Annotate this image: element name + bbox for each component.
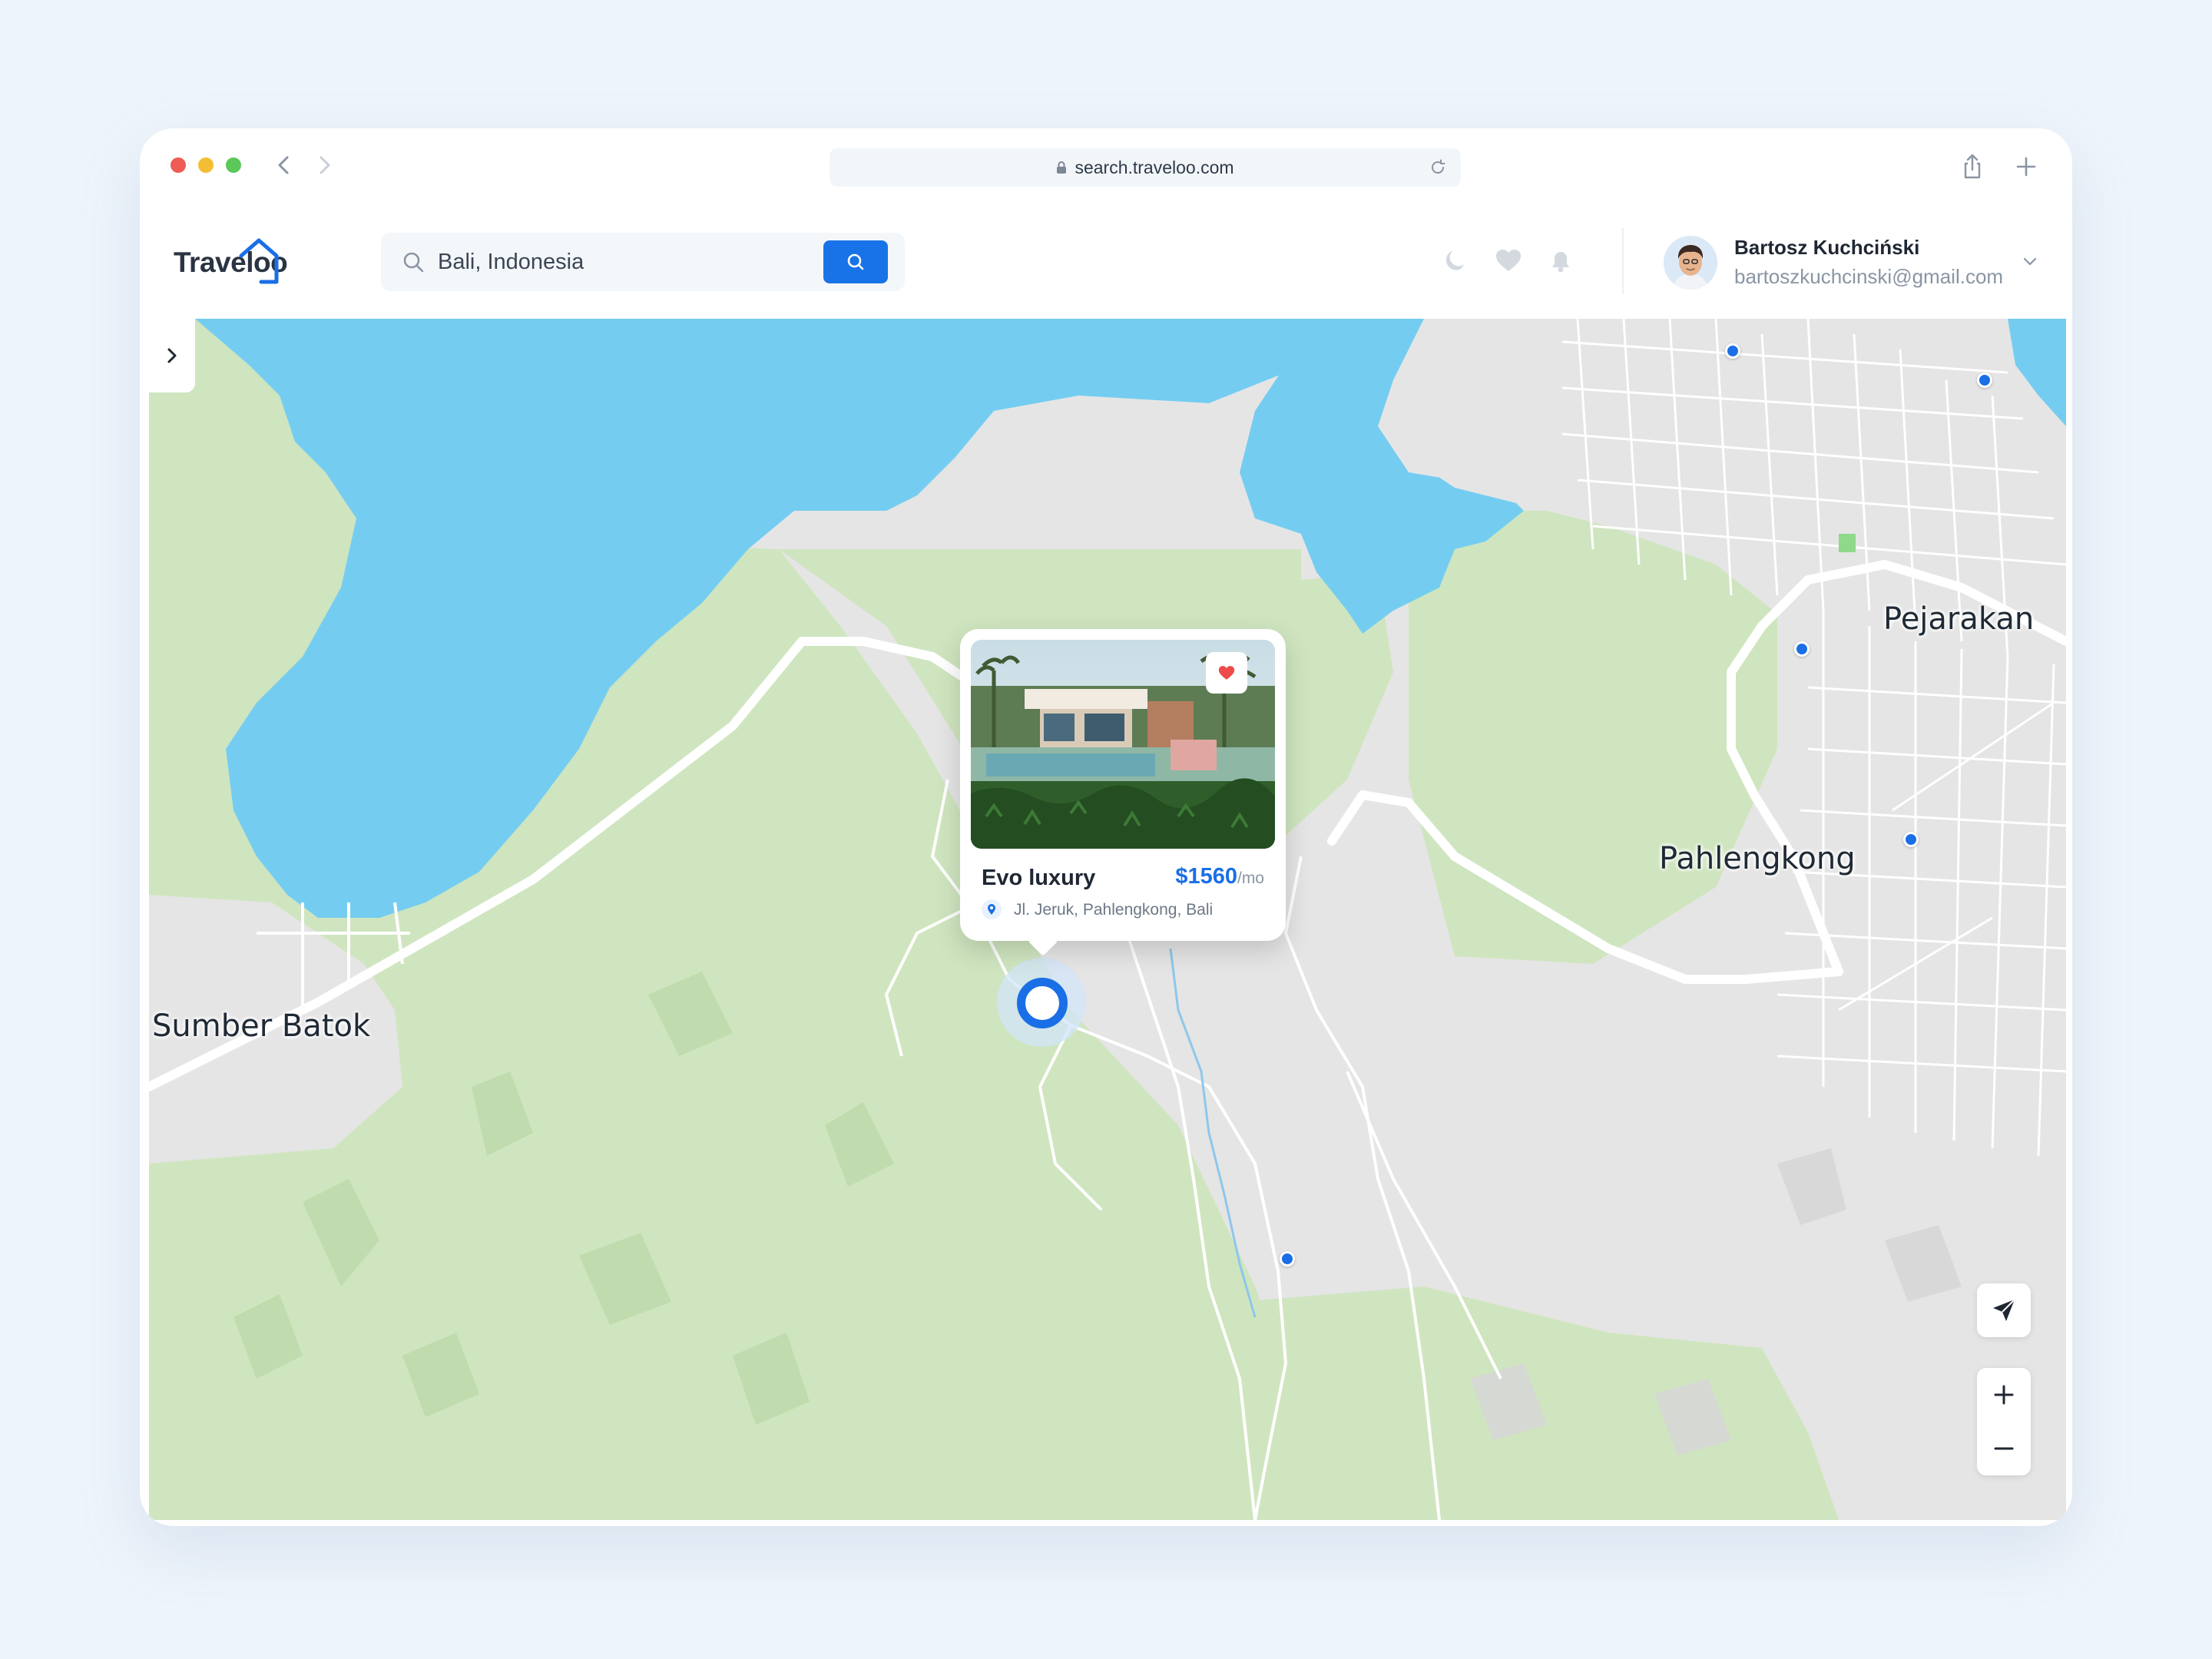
map-pin[interactable] xyxy=(1280,1251,1295,1267)
map-label-sumber-batok: Sumber Batok xyxy=(152,1008,371,1044)
lock-icon xyxy=(1057,161,1067,174)
navigation-arrow-icon xyxy=(1993,1299,2015,1321)
price-unit: /mo xyxy=(1237,869,1264,887)
new-tab-icon[interactable] xyxy=(2011,151,2041,182)
house-logo-icon xyxy=(239,238,279,284)
map-label-pahlengkong: Pahlengkong xyxy=(1659,841,1856,876)
search-input[interactable]: Bali, Indonesia xyxy=(438,250,584,275)
listing-address: Jl. Jeruk, Pahlengkong, Bali xyxy=(1014,901,1214,919)
browser-window: search.traveloo.com Traveloo Bali, Indon… xyxy=(140,128,2072,1526)
map-pin[interactable] xyxy=(1725,343,1740,359)
heart-icon[interactable] xyxy=(1492,243,1525,277)
search-icon xyxy=(847,253,864,270)
user-email: bartoszkuchcinski@gmail.com xyxy=(1734,265,2004,288)
map-pin[interactable] xyxy=(1794,641,1810,657)
zoom-out-button[interactable] xyxy=(1977,1422,2031,1475)
address-bar[interactable]: search.traveloo.com xyxy=(830,148,1461,187)
url-text: search.traveloo.com xyxy=(1075,157,1234,177)
minus-icon xyxy=(1994,1447,2014,1450)
user-name[interactable]: Bartosz Kuchciński xyxy=(1734,236,1919,260)
forward-arrow-icon[interactable] xyxy=(310,151,338,179)
navigate-button[interactable] xyxy=(1977,1283,2031,1337)
selected-location-marker[interactable] xyxy=(997,958,1086,1047)
search-bar[interactable]: Bali, Indonesia xyxy=(381,233,905,291)
minimize-window-button[interactable] xyxy=(198,157,214,173)
user-avatar-image xyxy=(1664,236,1717,290)
header-divider xyxy=(1622,228,1624,294)
heart-icon xyxy=(1218,666,1235,680)
favorite-button[interactable] xyxy=(1206,652,1247,694)
listing-price: $1560/mo xyxy=(1175,864,1264,889)
sidebar-toggle-button[interactable] xyxy=(149,319,195,392)
share-icon[interactable] xyxy=(1957,151,1988,182)
zoom-in-button[interactable] xyxy=(1977,1368,2031,1422)
avatar[interactable] xyxy=(1664,236,1717,290)
bell-icon[interactable] xyxy=(1544,243,1578,277)
moon-icon[interactable] xyxy=(1438,243,1472,277)
back-arrow-icon[interactable] xyxy=(270,151,298,179)
listing-title[interactable]: Evo luxury xyxy=(982,866,1095,891)
map-pin[interactable] xyxy=(1977,373,1992,388)
maximize-window-button[interactable] xyxy=(226,157,241,173)
chevron-down-icon[interactable] xyxy=(2020,251,2040,271)
close-window-button[interactable] xyxy=(171,157,186,173)
listing-card[interactable]: Evo luxury $1560/mo Jl. Jeruk, Pahlengko… xyxy=(960,629,1286,941)
price-value: $1560 xyxy=(1175,864,1237,889)
search-icon xyxy=(403,252,424,273)
location-pin-icon xyxy=(982,899,1002,919)
location-ring xyxy=(1017,978,1068,1028)
chevron-right-icon xyxy=(167,348,177,363)
map-view[interactable]: Pejarakan Pahlengkong Sumber Batok Evo l… xyxy=(149,319,2066,1520)
map-pin[interactable] xyxy=(1903,832,1919,847)
zoom-control xyxy=(1977,1368,2031,1475)
reload-icon[interactable] xyxy=(1429,158,1447,177)
map-label-pejarakan: Pejarakan xyxy=(1883,601,2035,637)
plus-icon xyxy=(1994,1385,2014,1405)
browser-titlebar: search.traveloo.com xyxy=(140,128,2072,205)
search-button[interactable] xyxy=(823,240,888,283)
